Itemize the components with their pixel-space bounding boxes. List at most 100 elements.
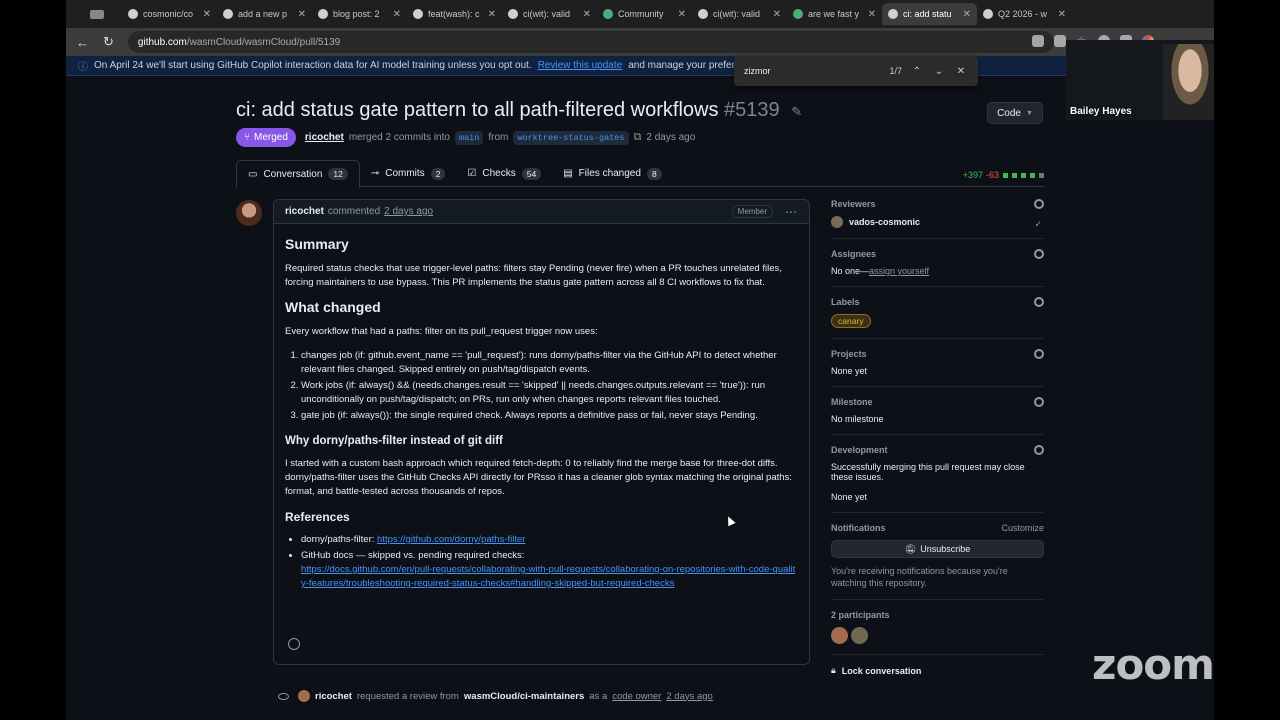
- merge-icon: ⑂: [244, 132, 250, 143]
- code-owner-link[interactable]: code owner: [612, 691, 661, 702]
- browser-window: cosmonic/co ✕ add a new p ✕ blog post: 2 ✕ …: [66, 0, 1214, 720]
- event-time[interactable]: 2 days ago: [666, 691, 712, 702]
- address-bar: ← ↻ github.com/wasmCloud/wasmCloud/pull/…: [66, 28, 1214, 56]
- close-icon[interactable]: ✕: [678, 9, 686, 20]
- list-item: Work jobs (if: always() && (needs.change…: [301, 379, 798, 407]
- reviewer-item[interactable]: vados-cosmonic: [831, 216, 1044, 228]
- browser-tab[interactable]: ci(wit): valid ✕: [502, 3, 597, 25]
- close-icon[interactable]: ✕: [203, 9, 211, 20]
- tab-strip: cosmonic/co ✕ add a new p ✕ blog post: 2 ✕ …: [66, 0, 1214, 28]
- tab-switcher[interactable]: [72, 3, 122, 25]
- event-actor[interactable]: ricochet: [315, 691, 352, 702]
- avatar[interactable]: [298, 690, 310, 702]
- customize-link[interactable]: Customize: [1001, 523, 1044, 533]
- back-icon[interactable]: ←: [76, 35, 89, 50]
- browser-tab[interactable]: feat(wash): c ✕: [407, 3, 502, 25]
- changed-heading: What changed: [285, 299, 381, 315]
- conversation-icon: ▭: [248, 168, 258, 180]
- edit-pencil-icon[interactable]: ✎: [791, 104, 802, 119]
- tab-files-changed[interactable]: ▤ Files changed 8: [552, 160, 672, 187]
- file-diff-icon: ▤: [563, 168, 573, 179]
- github-icon: [508, 9, 518, 19]
- comment-body: Summary Required status checks that use …: [274, 224, 809, 608]
- comment-header: ricochet commented 2 days ago Member ⋯: [274, 200, 809, 224]
- reload-icon[interactable]: ↻: [103, 34, 114, 50]
- close-icon[interactable]: ✕: [963, 9, 971, 20]
- gear-icon[interactable]: [1034, 199, 1044, 209]
- tab-conversation[interactable]: ▭ Conversation 12: [236, 160, 360, 188]
- reviewers-section: Reviewers vados-cosmonic ✓: [831, 199, 1044, 239]
- tab-commits[interactable]: ⊸ Commits 2: [360, 160, 457, 187]
- label-canary[interactable]: canary: [831, 314, 871, 328]
- close-icon[interactable]: ✕: [583, 9, 591, 20]
- github-icon: [413, 9, 423, 19]
- info-icon: ⓘ: [78, 62, 88, 73]
- comment-author[interactable]: ricochet: [285, 206, 324, 217]
- event-team[interactable]: wasmCloud/ci-maintainers: [464, 691, 584, 702]
- gear-icon[interactable]: [1034, 249, 1044, 259]
- github-icon: [698, 9, 708, 19]
- close-icon[interactable]: ✕: [1058, 9, 1066, 20]
- paths-filter-link[interactable]: https://github.com/dorny/paths-filter: [377, 534, 525, 545]
- check-icon: ✓: [1034, 219, 1042, 229]
- unsubscribe-button[interactable]: 🔕︎ Unsubscribe: [831, 540, 1044, 558]
- kebab-menu-icon[interactable]: ⋯: [785, 205, 797, 219]
- pr-author-link[interactable]: ricochet: [305, 132, 344, 143]
- merged-badge: ⑂ Merged: [236, 128, 296, 147]
- gear-icon[interactable]: [1034, 349, 1044, 359]
- avatar[interactable]: [831, 627, 848, 644]
- list-item: dorny/paths-filter: https://github.com/d…: [301, 533, 798, 547]
- avatar[interactable]: [236, 200, 262, 226]
- gear-icon[interactable]: [1034, 397, 1044, 407]
- copy-icon[interactable]: ⧉: [634, 131, 642, 144]
- avatar: [831, 216, 843, 228]
- browser-tab[interactable]: add a new p ✕: [217, 3, 312, 25]
- browser-tab-active[interactable]: ci: add statu ✕: [882, 3, 977, 25]
- github-docs-link[interactable]: https://docs.github.com/en/pull-requests…: [301, 564, 795, 589]
- tab-checks[interactable]: ☑ Checks 54: [456, 160, 552, 187]
- github-icon: [318, 9, 328, 19]
- review-update-link[interactable]: Review this update: [538, 60, 623, 71]
- pr-meta: ⑂ Merged ricochet merged 2 commits into m…: [236, 128, 695, 147]
- gear-icon[interactable]: [1034, 297, 1044, 307]
- browser-tab[interactable]: Community ✕: [597, 3, 692, 25]
- code-button[interactable]: Code ▼: [987, 102, 1043, 124]
- zoom-logo: zoom: [1092, 640, 1215, 689]
- browser-tab[interactable]: cosmonic/co ✕: [122, 3, 217, 25]
- member-badge: Member: [731, 205, 773, 218]
- lock-conversation-button[interactable]: 🔒︎ Lock conversation: [831, 665, 1044, 676]
- browser-tab[interactable]: Q2 2026 - w ✕: [977, 3, 1072, 25]
- browser-tab[interactable]: are we fast y ✕: [787, 3, 882, 25]
- find-count: 1/7: [889, 66, 902, 76]
- close-icon[interactable]: ✕: [298, 9, 306, 20]
- diffstat-block: [1012, 172, 1017, 178]
- comment-time[interactable]: 2 days ago: [384, 206, 433, 217]
- references-heading: References: [285, 510, 350, 524]
- gear-icon[interactable]: [1034, 445, 1044, 455]
- close-icon[interactable]: ✕: [868, 9, 876, 20]
- browser-tab[interactable]: blog post: 2 ✕: [312, 3, 407, 25]
- development-section: Development Successfully merging this pu…: [831, 445, 1044, 513]
- install-icon[interactable]: [1032, 35, 1044, 47]
- tab-search-icon: [90, 9, 104, 19]
- avatar[interactable]: [851, 627, 868, 644]
- labels-section: Labels canary: [831, 297, 1044, 339]
- head-branch[interactable]: worktree-status-gates: [513, 130, 629, 145]
- add-reaction-icon[interactable]: [288, 638, 300, 650]
- participants-section: 2 participants: [831, 610, 1044, 655]
- find-previous-icon[interactable]: ⌃: [910, 66, 924, 77]
- list-item: GitHub docs — skipped vs. pending requir…: [301, 549, 798, 591]
- why-heading: Why dorny/paths-filter instead of git di…: [285, 435, 503, 447]
- assign-yourself-link[interactable]: assign yourself: [869, 266, 929, 276]
- close-icon[interactable]: ✕: [393, 9, 401, 20]
- find-close-icon[interactable]: ✕: [954, 66, 968, 77]
- browser-tab[interactable]: ci(wit): valid ✕: [692, 3, 787, 25]
- find-next-icon[interactable]: ⌄: [932, 66, 946, 77]
- close-icon[interactable]: ✕: [773, 9, 781, 20]
- find-input[interactable]: zizmor: [744, 66, 881, 76]
- url-field[interactable]: github.com/wasmCloud/wasmCloud/pull/5139: [127, 31, 1054, 53]
- close-icon[interactable]: ✕: [488, 9, 496, 20]
- base-branch[interactable]: main: [454, 130, 484, 145]
- reader-icon[interactable]: [1054, 35, 1066, 47]
- diffstat-block: [1039, 172, 1044, 178]
